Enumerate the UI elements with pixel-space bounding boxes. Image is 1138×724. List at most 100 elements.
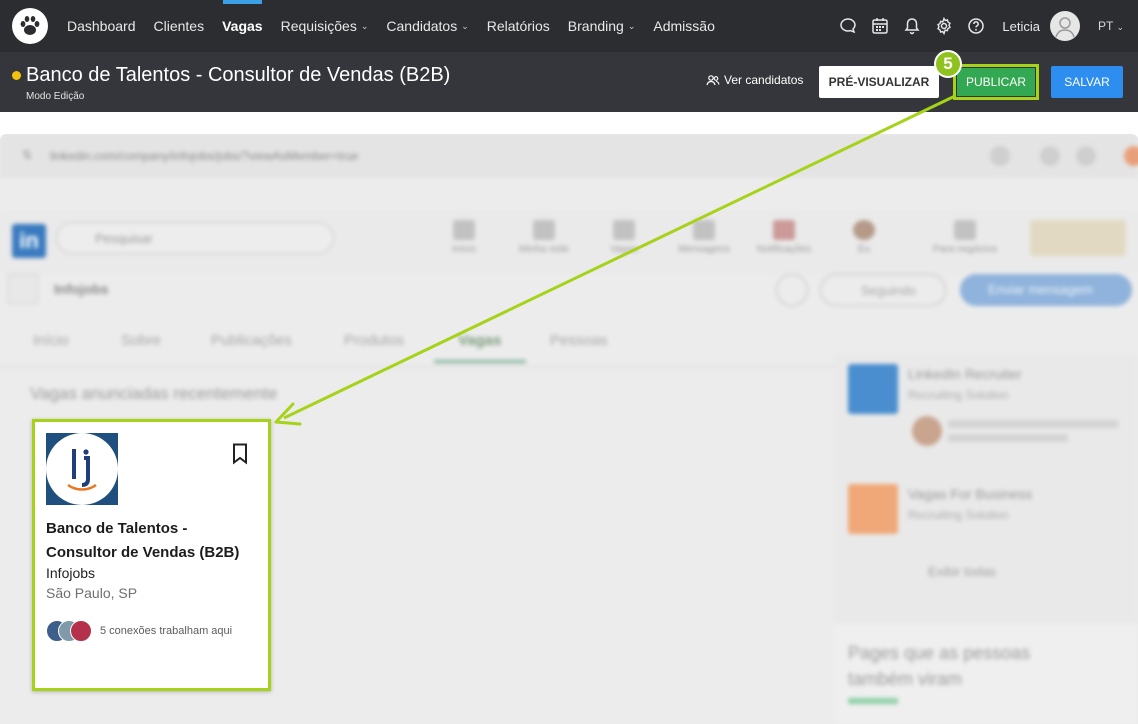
li-nav-home: Início (434, 220, 494, 255)
li-nav-business: Para negócios (930, 220, 1000, 255)
follow-label: Seguindo (861, 283, 916, 298)
pages-also-viewed-title: Pages que as pessoas também viram (848, 643, 1031, 689)
nav-item-candidatos[interactable]: Candidatos ⌄ (377, 0, 477, 52)
company-name: Infojobs (54, 281, 109, 297)
view-candidates-label: Ver candidatos (724, 73, 804, 87)
paw-logo-icon[interactable] (12, 8, 48, 44)
li-nav-label: Minha rede (518, 244, 570, 255)
company-logo-small (8, 274, 38, 304)
connections-text: 5 conexões trabalham aqui (100, 625, 233, 637)
li-nav-label: Eu (857, 244, 871, 255)
company-tabs: Início Sobre Publicações Produtos Vagas … (0, 324, 840, 364)
text-placeholder (948, 420, 1118, 428)
user-name[interactable]: Leticia (1002, 19, 1040, 34)
preview-button[interactable]: PRÉ-VISUALIZAR (819, 66, 939, 98)
li-nav-network: Minha rede (514, 220, 574, 255)
nav-item-label: Branding (567, 18, 624, 34)
browser-url-bar: ⇅ linkedin.com/company/infojobs/jobs/?vi… (0, 134, 1138, 178)
main-menu: Dashboard Clientes Vagas Requisições ⌄ Candid… (58, 0, 724, 52)
menu-icon (1124, 146, 1138, 166)
chevron-down-icon: ⌄ (627, 20, 636, 31)
avatar[interactable] (1049, 11, 1080, 41)
bookmark-icon[interactable] (232, 443, 248, 465)
side-item-title: LinkedIn Recruiter (908, 366, 1022, 382)
avatar (70, 620, 92, 642)
avatar (912, 416, 942, 446)
calendar-icon[interactable] (870, 16, 890, 36)
infojobs-logo-icon (67, 449, 97, 491)
share-icon (990, 146, 1010, 166)
grid-icon (954, 220, 976, 240)
job-location: São Paulo, SP (46, 585, 138, 601)
linkedin-logo-icon (848, 364, 898, 414)
progress-placeholder (848, 698, 898, 704)
chevron-down-icon: ⌄ (1116, 22, 1124, 32)
active-tab-indicator (434, 360, 526, 363)
nav-item-branding[interactable]: Branding ⌄ (559, 0, 645, 52)
sidebar-panel: LinkedIn Recruiter Recruiting Solution V… (834, 354, 1138, 724)
users-icon (706, 75, 720, 86)
side-item-title: Vagas For Business (908, 486, 1033, 502)
nav-item-label: Dashboard (67, 18, 136, 34)
linkedin-search: Pesquisar (56, 222, 334, 254)
url-text: linkedin.com/company/infojobs/jobs/?view… (50, 149, 359, 163)
job-title[interactable]: Banco de Talentos - Consultor de Vendas … (46, 517, 261, 565)
gear-icon[interactable] (934, 16, 954, 36)
connection-avatars (46, 620, 96, 642)
li-nav-label: Vagas (610, 244, 638, 255)
tab-vagas: Vagas (458, 332, 502, 349)
tab-publicacoes: Publicações (211, 332, 292, 349)
company-name: Infojobs (46, 565, 96, 581)
publish-button[interactable]: PUBLICAR (957, 68, 1035, 96)
li-nav-jobs: Vagas (594, 220, 654, 255)
chat-icon[interactable] (838, 16, 858, 36)
status-dot (12, 71, 21, 80)
li-nav-label: Mensagens (678, 244, 730, 255)
extension-icon (1040, 146, 1060, 166)
profile-icon (1076, 146, 1096, 166)
job-editor-header: Banco de Talentos - Consultor de Vendas … (0, 52, 1138, 112)
tab-sobre: Sobre (121, 332, 162, 349)
infojobs-logo-circle (46, 433, 118, 505)
nav-item-label: Clientes (153, 18, 205, 34)
tutorial-step-badge: 5 (934, 50, 962, 78)
li-nav-messages: Mensagens (674, 220, 734, 255)
linkedin-logo-icon: in (12, 224, 46, 258)
bell-icon (773, 220, 795, 240)
pages-also-viewed: Pages que as pessoas também viram (834, 624, 1138, 724)
bell-icon[interactable] (902, 16, 922, 36)
nav-item-label: Admissão (653, 18, 715, 34)
show-all-link: Exibir todas (928, 564, 996, 579)
side-item-recruiter: LinkedIn Recruiter Recruiting Solution (848, 364, 1118, 446)
mode-label: Modo Edição (26, 91, 85, 102)
text-placeholder (948, 434, 1068, 442)
chevron-down-icon: ⌄ (461, 20, 469, 31)
side-item-subtitle: Recruiting Solution (908, 388, 1009, 402)
language-selector[interactable]: PT ⌄ (1098, 19, 1124, 33)
nav-item-admissao[interactable]: Admissão (644, 0, 723, 52)
nav-item-vagas[interactable]: Vagas (213, 0, 271, 52)
nav-item-label: Relatórios (486, 18, 550, 34)
site-settings-icon: ⇅ (22, 148, 33, 162)
nav-right: Leticia PT ⌄ (832, 0, 1138, 52)
li-nav-label: Notificações (756, 244, 812, 255)
linkedin-search-placeholder: Pesquisar (95, 231, 153, 246)
help-icon[interactable] (966, 16, 986, 36)
li-nav-label: Para negócios (933, 244, 997, 255)
nav-item-requisicoes[interactable]: Requisições ⌄ (272, 0, 378, 52)
save-button[interactable]: SALVAR (1051, 66, 1123, 98)
connections-row: 5 conexões trabalham aqui (46, 620, 232, 642)
language-label: PT (1097, 19, 1114, 33)
job-card[interactable]: Banco de Talentos - Consultor de Vendas … (32, 419, 271, 691)
nav-item-dashboard[interactable]: Dashboard (58, 0, 145, 52)
nav-item-clientes[interactable]: Clientes (145, 0, 214, 52)
nav-item-relatorios[interactable]: Relatórios (478, 0, 559, 52)
publish-button-highlight: PUBLICAR (953, 64, 1039, 100)
li-nav-label: Início (452, 244, 476, 255)
li-nav-me: Eu (834, 220, 894, 255)
linkedin-header: in Pesquisar Início Minha rede Vagas Men… (0, 210, 1138, 280)
nav-item-label: Vagas (222, 18, 263, 34)
view-candidates-button[interactable]: Ver candidatos (706, 73, 803, 87)
network-icon (533, 220, 555, 240)
top-navigation: Dashboard Clientes Vagas Requisições ⌄ Candid… (0, 0, 1138, 52)
